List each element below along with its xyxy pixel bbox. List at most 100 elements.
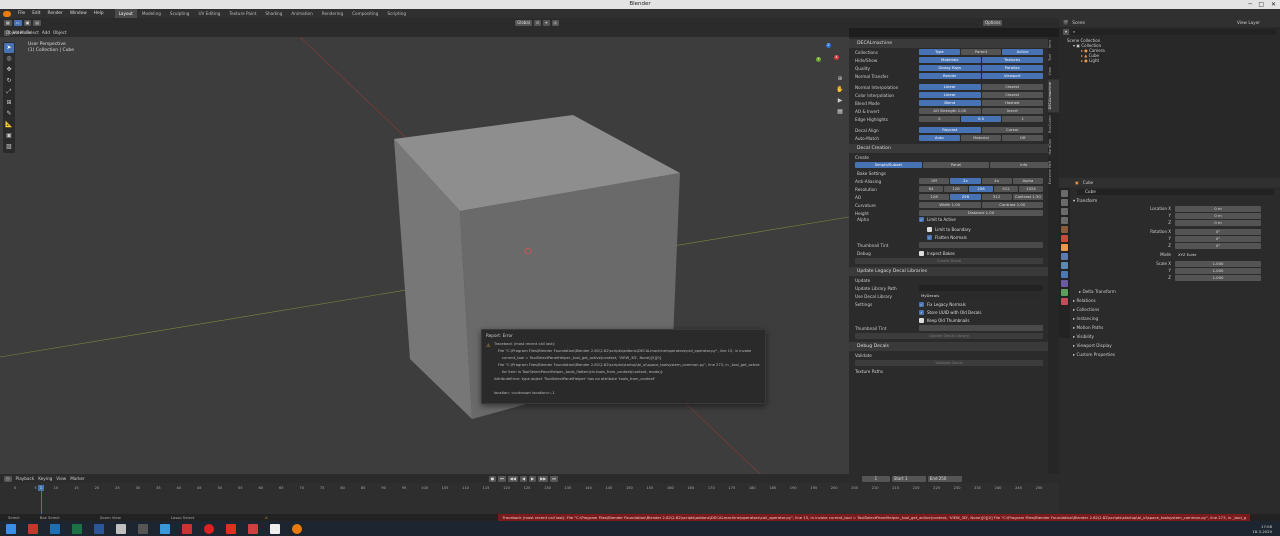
create-simple-button[interactable]: Simple/Subset xyxy=(855,162,922,168)
bake-option-button[interactable]: 128 xyxy=(919,194,950,200)
tool-tab-icon[interactable] xyxy=(1061,190,1068,197)
transform-field-value[interactable]: 0 m xyxy=(1175,219,1261,226)
world-tab-icon[interactable] xyxy=(1061,235,1068,242)
transform-field-value[interactable]: 0° xyxy=(1175,228,1261,235)
menu-help[interactable]: Help xyxy=(91,9,107,18)
object-tab-icon[interactable] xyxy=(1061,244,1068,251)
create-info-button[interactable]: Info xyxy=(990,162,1058,168)
properties-section-header[interactable]: ▸ Instancing xyxy=(1059,314,1280,323)
transform-field-value[interactable]: 0° xyxy=(1175,235,1261,242)
inspect-bakes-checkbox[interactable]: Inspect Bakes xyxy=(919,250,955,256)
play-icon[interactable]: ▶ xyxy=(529,475,537,482)
rows1-option-button[interactable]: Viewport xyxy=(981,73,1043,79)
tab-rendering[interactable]: Rendering xyxy=(318,9,347,18)
light-item[interactable]: ▸ ● Light xyxy=(1067,58,1280,63)
transform-field-value[interactable]: 1.000 xyxy=(1175,267,1261,274)
bake-option-button[interactable]: Off xyxy=(919,178,950,184)
properties-section-header[interactable]: ▸ Delta Transform xyxy=(1059,287,1280,296)
legacy-thumb-swatch[interactable] xyxy=(919,325,1043,331)
transform-field-value[interactable]: 1.000 xyxy=(1175,274,1261,281)
outliner-filter-icon[interactable]: ▾ xyxy=(1063,29,1070,35)
tab-texture-paint[interactable]: Texture Paint xyxy=(225,9,260,18)
select-mode-icon[interactable]: ▭ xyxy=(13,20,22,26)
measure-tool-icon[interactable]: 📐 xyxy=(4,120,14,130)
menu-window[interactable]: Window xyxy=(67,9,90,18)
bake-option-button[interactable]: 2x xyxy=(950,178,981,184)
move-tool-icon[interactable]: ✥ xyxy=(4,65,14,75)
bake-option-button[interactable]: 256 xyxy=(950,194,981,200)
limit-active-checkbox[interactable]: ✓ Limit to Active xyxy=(919,217,956,222)
view-layer-tab-icon[interactable] xyxy=(1061,217,1068,224)
menu-marker[interactable]: Marker xyxy=(70,476,84,481)
rows2-option-button[interactable]: 0 xyxy=(919,116,960,122)
options-dropdown[interactable]: Options xyxy=(983,20,1003,26)
rows3-option-button[interactable]: Raycast xyxy=(919,127,981,133)
rows1-option-button[interactable]: Type xyxy=(919,49,960,55)
bake-option-button[interactable]: 512 xyxy=(981,194,1012,200)
properties-section-header[interactable]: ▸ Relations xyxy=(1059,296,1280,305)
close-button[interactable]: ✕ xyxy=(1271,0,1276,9)
render-tab-icon[interactable] xyxy=(1061,199,1068,206)
rows3-option-button[interactable]: Material xyxy=(960,135,1002,141)
blender-logo-icon[interactable] xyxy=(3,10,11,17)
menu-edit[interactable]: Edit xyxy=(29,9,43,18)
grid-icon[interactable]: ▦ xyxy=(835,107,845,117)
timeline-editor-icon[interactable]: ◷ xyxy=(4,475,12,482)
pivot-icon[interactable]: ⊙ xyxy=(533,20,542,26)
navigation-gizmo[interactable]: Z X Y xyxy=(814,43,844,73)
properties-section-header[interactable]: ▸ Custom Properties xyxy=(1059,350,1280,359)
rows2-option-button[interactable]: 1 xyxy=(1002,116,1044,122)
prev-key-icon[interactable]: ◀◀ xyxy=(507,475,518,482)
anydesk-icon[interactable] xyxy=(226,523,236,534)
tab-item[interactable]: Item xyxy=(1048,37,1059,51)
rows2-option-button[interactable]: Hashed xyxy=(981,100,1043,106)
transform-tool-icon[interactable]: ⊞ xyxy=(4,98,14,108)
jump-start-icon[interactable]: ⏮ xyxy=(498,475,506,482)
object-mode-dropdown[interactable]: Object Mode xyxy=(4,29,31,36)
use-library-dropdown[interactable]: MyDecals xyxy=(919,293,1043,299)
tab-decalmachine[interactable]: DECALmachine xyxy=(1048,78,1059,113)
menu-file[interactable]: File xyxy=(15,9,28,18)
menu-render[interactable]: Render xyxy=(45,9,66,18)
error-report-popup[interactable]: Report: Error ⚠ Traceback (most recent c… xyxy=(481,329,766,404)
rows2-option-button[interactable]: 0.5 xyxy=(960,116,1002,122)
rows1-option-button[interactable]: Textures xyxy=(981,57,1043,63)
bake-option-button[interactable]: 1024 xyxy=(1019,186,1043,192)
gizmo-z-axis[interactable]: Z xyxy=(826,43,831,48)
constraint-tab-icon[interactable] xyxy=(1061,280,1068,287)
transform-field-value[interactable]: 0° xyxy=(1175,242,1261,249)
3d-viewport[interactable]: User Perspective (1) Collection | Cube Z… xyxy=(0,37,849,474)
app-icon[interactable] xyxy=(116,523,126,534)
data-tab-icon[interactable] xyxy=(1061,289,1068,296)
tab-boxcutter[interactable]: BoxCutter xyxy=(1048,112,1059,136)
bake-option-button[interactable]: Contrast 1.00 xyxy=(981,202,1043,208)
material-tab-icon[interactable] xyxy=(1061,298,1068,305)
rows1-option-button[interactable]: Active xyxy=(1002,49,1044,55)
annotate-tool-icon[interactable]: ✎ xyxy=(4,109,14,119)
opera-icon[interactable] xyxy=(204,523,214,534)
start-frame-field[interactable]: Start 1 xyxy=(891,475,926,482)
particles-tab-icon[interactable] xyxy=(1061,262,1068,269)
end-frame-field[interactable]: End 250 xyxy=(927,475,962,482)
properties-section-header[interactable]: ▸ Visibility xyxy=(1059,332,1280,341)
bake-option-button[interactable]: Distance 1.00 xyxy=(919,210,1043,216)
photo-icon[interactable] xyxy=(182,523,192,534)
pan-hand-icon[interactable]: ✋ xyxy=(835,85,845,95)
tab-view[interactable]: View xyxy=(1048,64,1059,79)
update-library-button[interactable]: Update Decal Library xyxy=(855,333,1043,339)
gizmo-y-axis[interactable]: Y xyxy=(816,57,821,62)
add-cube-tool-icon[interactable]: ▣ xyxy=(4,131,14,141)
bake-option-button[interactable]: Width 1.00 xyxy=(919,202,981,208)
object-name-field[interactable]: Cube xyxy=(1077,189,1274,195)
current-frame-field[interactable]: 1 xyxy=(861,475,890,482)
skype-icon[interactable] xyxy=(160,523,170,534)
rows1-option-button[interactable]: Materials xyxy=(919,57,981,63)
scene-name[interactable]: Scene xyxy=(1072,20,1085,25)
library-path-input[interactable] xyxy=(919,285,1043,291)
menu-timeline-view[interactable]: View xyxy=(56,476,66,481)
menu-keying[interactable]: Keying xyxy=(38,476,52,481)
flatten-normals-checkbox[interactable]: ✓ Flatten Normals xyxy=(927,234,967,240)
rows3-option-button[interactable]: Off xyxy=(1002,135,1044,141)
rows2-option-button[interactable]: AO Strength 1.00 xyxy=(919,108,981,114)
properties-section-header[interactable]: ▸ Motion Paths xyxy=(1059,323,1280,332)
